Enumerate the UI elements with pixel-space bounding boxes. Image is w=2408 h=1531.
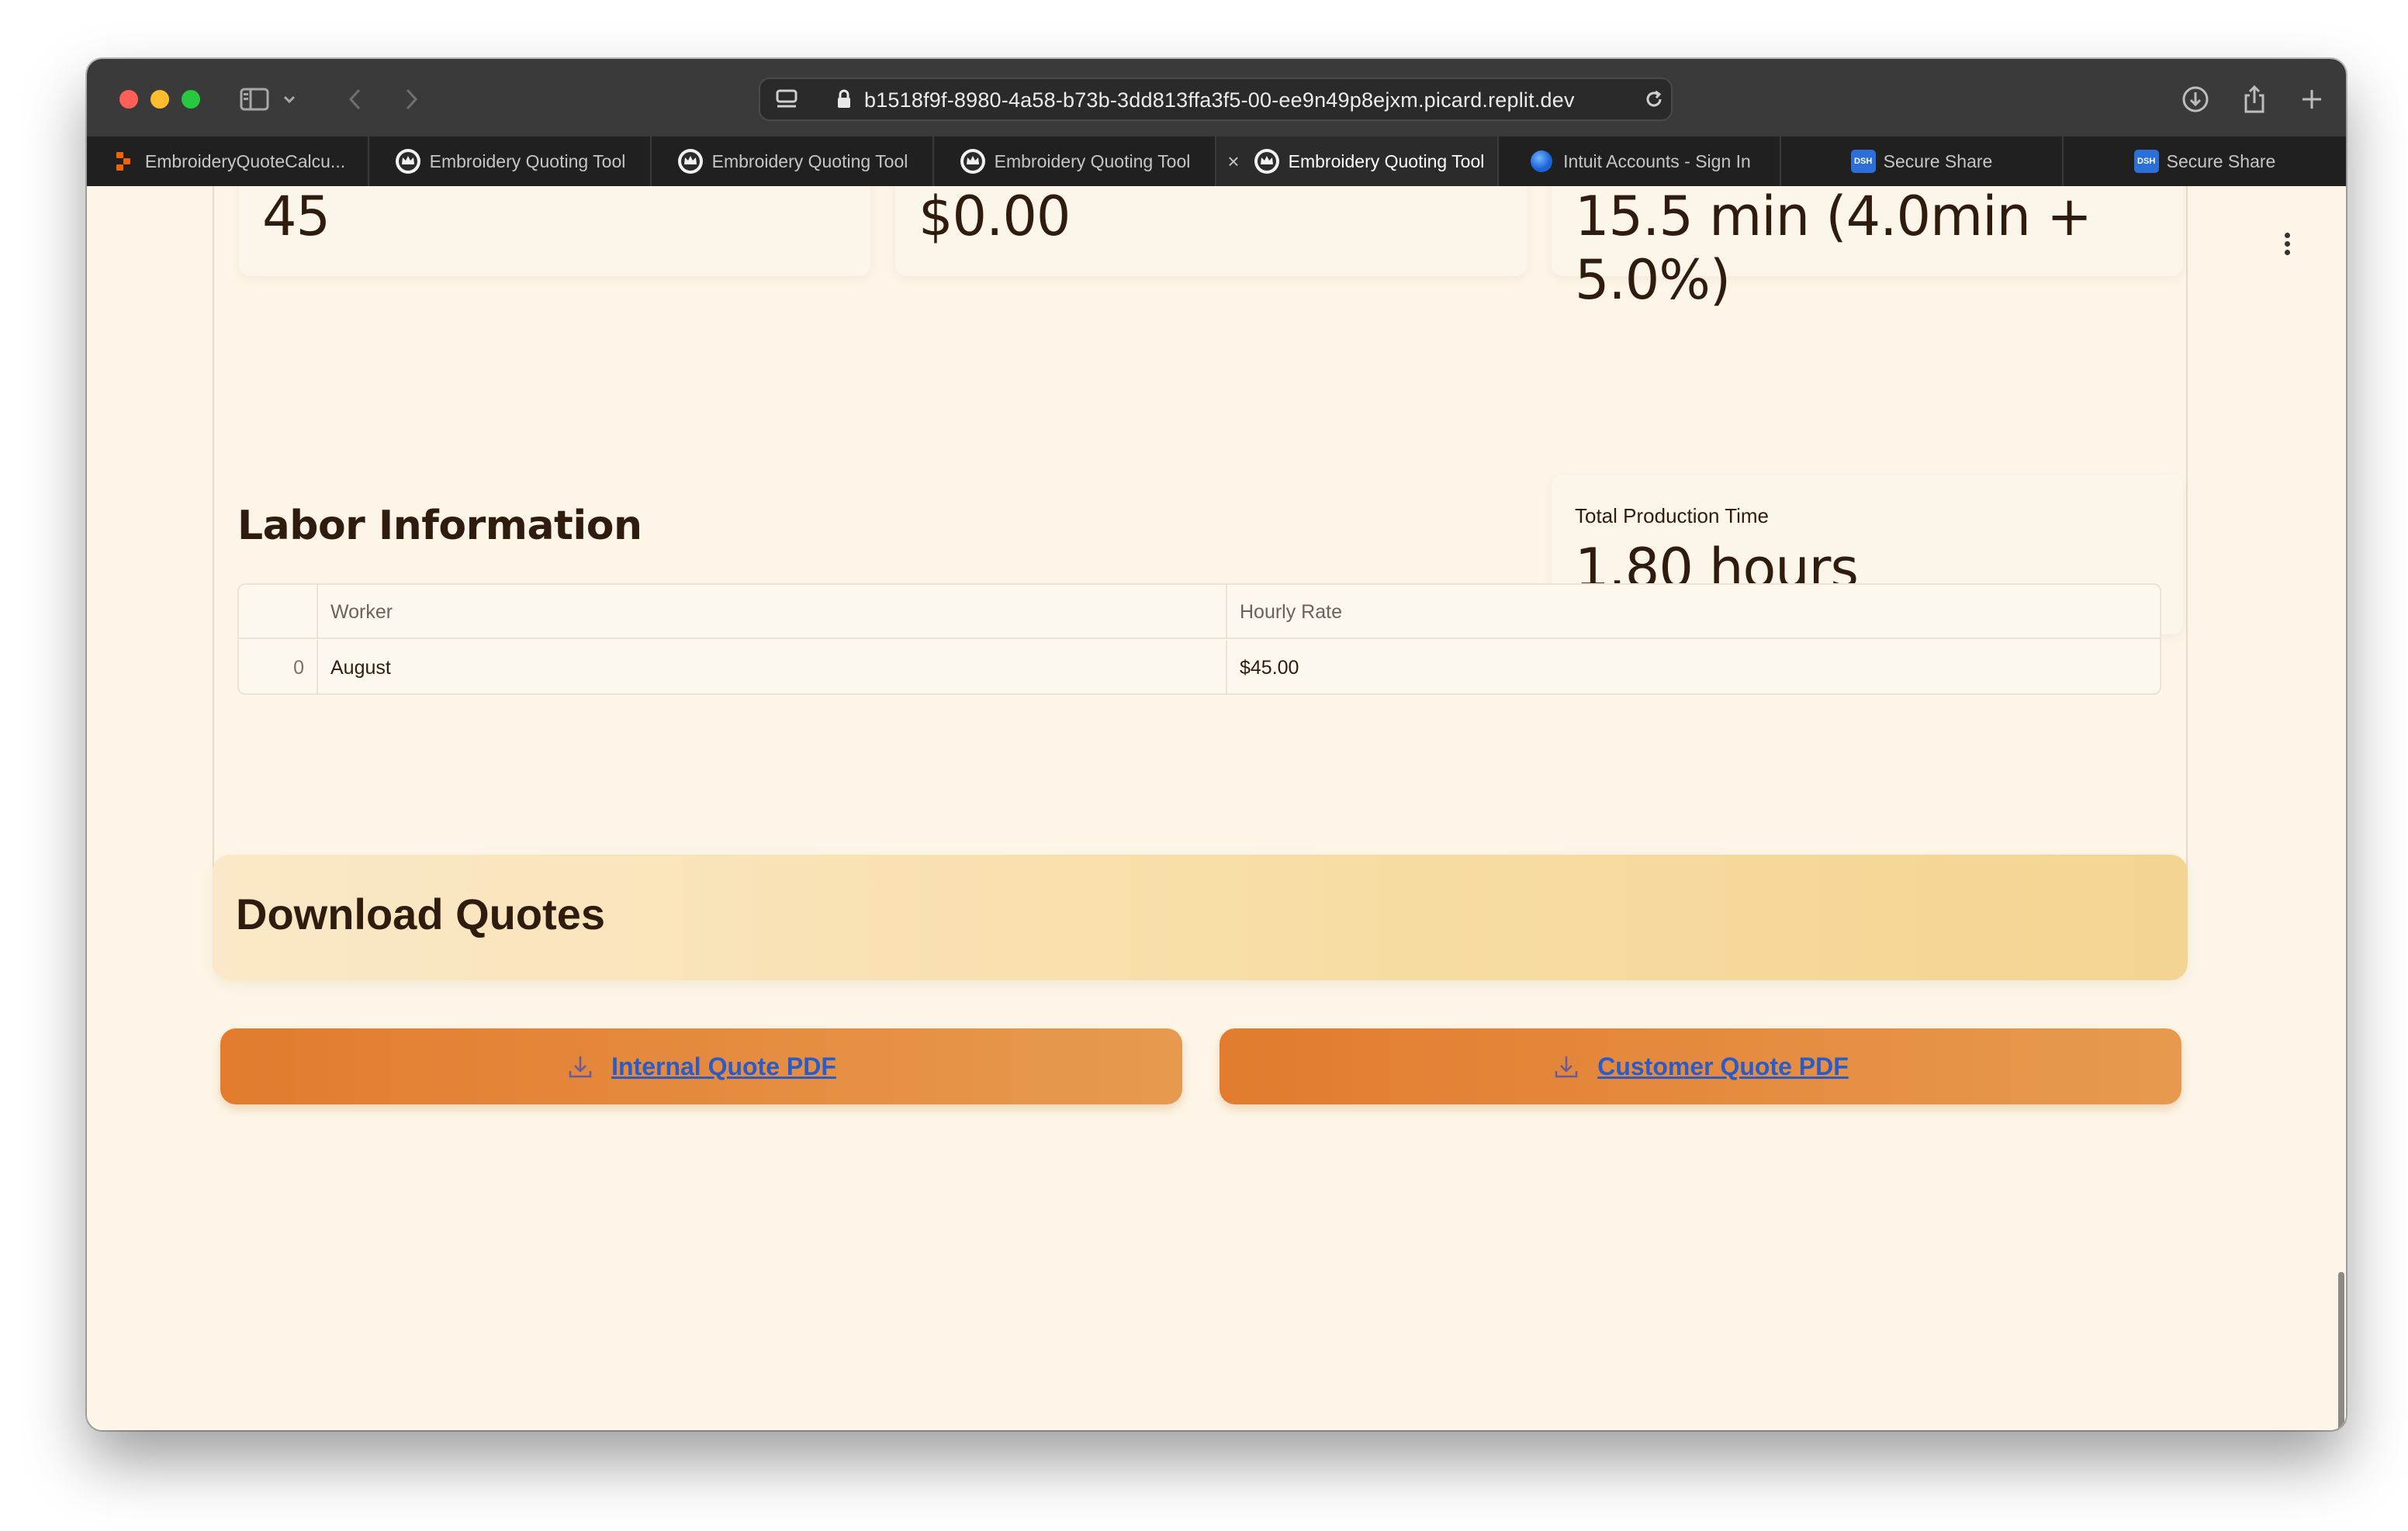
zoom-window-button[interactable]	[182, 90, 200, 109]
address-bar[interactable]: b1518f9f-8980-4a58-b73b-3dd813ffa3f5-00-…	[759, 78, 1673, 121]
tab-label: Intuit Accounts - Sign In	[1563, 150, 1751, 171]
tab-secure-share[interactable]: DSH Secure Share	[1781, 137, 2064, 186]
hourly-rate-cell[interactable]: $45.00	[1227, 641, 2160, 693]
tab-label: Embroidery Quoting Tool	[1288, 150, 1485, 171]
share-icon[interactable]	[2234, 79, 2275, 119]
reload-icon[interactable]	[1634, 79, 1674, 119]
downloads-icon[interactable]	[2175, 79, 2216, 119]
metric-card-cost: $0.00	[895, 186, 1527, 276]
page-content: 45 $0.00 15.5 min (4.0min + 5.0%) Total …	[87, 186, 2346, 1430]
metric-card-time-per-piece: 15.5 min (4.0min + 5.0%)	[1552, 186, 2183, 312]
worker-column-header[interactable]: Worker	[318, 585, 1227, 639]
tab-bar: EmbroideryQuoteCalcu... Embroidery Quoti…	[87, 137, 2346, 186]
tab-label: Secure Share	[1883, 150, 1993, 171]
chevron-down-icon[interactable]	[278, 79, 301, 119]
dsh-icon-text: DSH	[2137, 157, 2156, 166]
labor-table: Worker Hourly Rate 0 August $45.00	[237, 583, 2161, 695]
app-crown-icon	[1253, 147, 1281, 175]
hourly-rate-column-header[interactable]: Hourly Rate	[1227, 585, 2160, 639]
worker-cell[interactable]: August	[318, 641, 1227, 693]
download-icon	[1555, 1056, 1578, 1078]
close-window-button[interactable]	[119, 90, 138, 109]
metric-value: $0.00	[919, 186, 1071, 248]
tab-embroidery-quoting-tool[interactable]: Embroidery Quoting Tool	[934, 137, 1216, 186]
minimize-window-button[interactable]	[150, 90, 169, 109]
app-crown-icon	[394, 147, 422, 175]
internal-quote-pdf-button[interactable]: Internal Quote PDF	[220, 1028, 1182, 1104]
metric-label: Total Production Time	[1575, 504, 1770, 527]
forward-arrow-icon[interactable]	[391, 79, 431, 119]
browser-window: b1518f9f-8980-4a58-b73b-3dd813ffa3f5-00-…	[87, 59, 2346, 1430]
labor-information-heading: Labor Information	[237, 503, 642, 549]
tab-label: EmbroideryQuoteCalcu...	[144, 150, 346, 171]
customer-quote-pdf-button[interactable]: Customer Quote PDF	[1220, 1028, 2181, 1104]
metric-card-quantity: 45	[239, 186, 870, 276]
customer-quote-pdf-link[interactable]: Customer Quote PDF	[1597, 1052, 1849, 1081]
sidebar-toggle-icon[interactable]	[234, 79, 275, 119]
tab-embroidery-quoting-tool-active[interactable]: × Embroidery Quoting Tool	[1216, 137, 1499, 186]
replit-icon	[109, 147, 137, 175]
tab-label: Embroidery Quoting Tool	[994, 150, 1191, 171]
tab-intuit-accounts[interactable]: Intuit Accounts - Sign In	[1499, 137, 1781, 186]
url-text: b1518f9f-8980-4a58-b73b-3dd813ffa3f5-00-…	[864, 88, 1575, 112]
tab-replit-project[interactable]: EmbroideryQuoteCalcu...	[87, 137, 369, 186]
row-index: 0	[239, 641, 318, 693]
tab-secure-share[interactable]: DSH Secure Share	[2064, 137, 2346, 186]
back-arrow-icon[interactable]	[335, 79, 375, 119]
dsh-icon-text: DSH	[1854, 157, 1873, 166]
metric-value: 45	[262, 186, 330, 248]
tab-label: Secure Share	[2166, 150, 2276, 171]
close-tab-icon[interactable]: ×	[1224, 151, 1243, 171]
table-header-row: Worker Hourly Rate	[239, 585, 2160, 639]
metric-value: 15.5 min (4.0min + 5.0%)	[1575, 186, 2092, 312]
download-quotes-heading: Download Quotes	[236, 890, 605, 938]
index-column-header	[239, 585, 318, 639]
dsh-icon: DSH	[2133, 150, 2159, 173]
title-bar: b1518f9f-8980-4a58-b73b-3dd813ffa3f5-00-…	[87, 59, 2346, 137]
intuit-icon	[1527, 147, 1555, 175]
tab-label: Embroidery Quoting Tool	[429, 150, 626, 171]
download-icon	[569, 1056, 592, 1078]
scrollbar-thumb[interactable]	[2338, 1272, 2344, 1430]
new-tab-icon[interactable]	[2292, 79, 2332, 119]
tab-label: Embroidery Quoting Tool	[711, 150, 908, 171]
lock-icon	[830, 79, 858, 119]
tab-embroidery-quoting-tool[interactable]: Embroidery Quoting Tool	[369, 137, 652, 186]
app-crown-icon	[676, 147, 704, 175]
table-row: 0 August $45.00	[239, 641, 2160, 693]
page-settings-icon[interactable]	[766, 79, 807, 119]
app-crown-icon	[959, 147, 987, 175]
internal-quote-pdf-link[interactable]: Internal Quote PDF	[611, 1052, 836, 1081]
more-menu-icon[interactable]	[2282, 233, 2292, 257]
download-quotes-banner: Download Quotes	[213, 855, 2188, 980]
dsh-icon: DSH	[1850, 150, 1876, 173]
vertical-scrollbar[interactable]	[2337, 1272, 2346, 1430]
tab-embroidery-quoting-tool[interactable]: Embroidery Quoting Tool	[652, 137, 934, 186]
